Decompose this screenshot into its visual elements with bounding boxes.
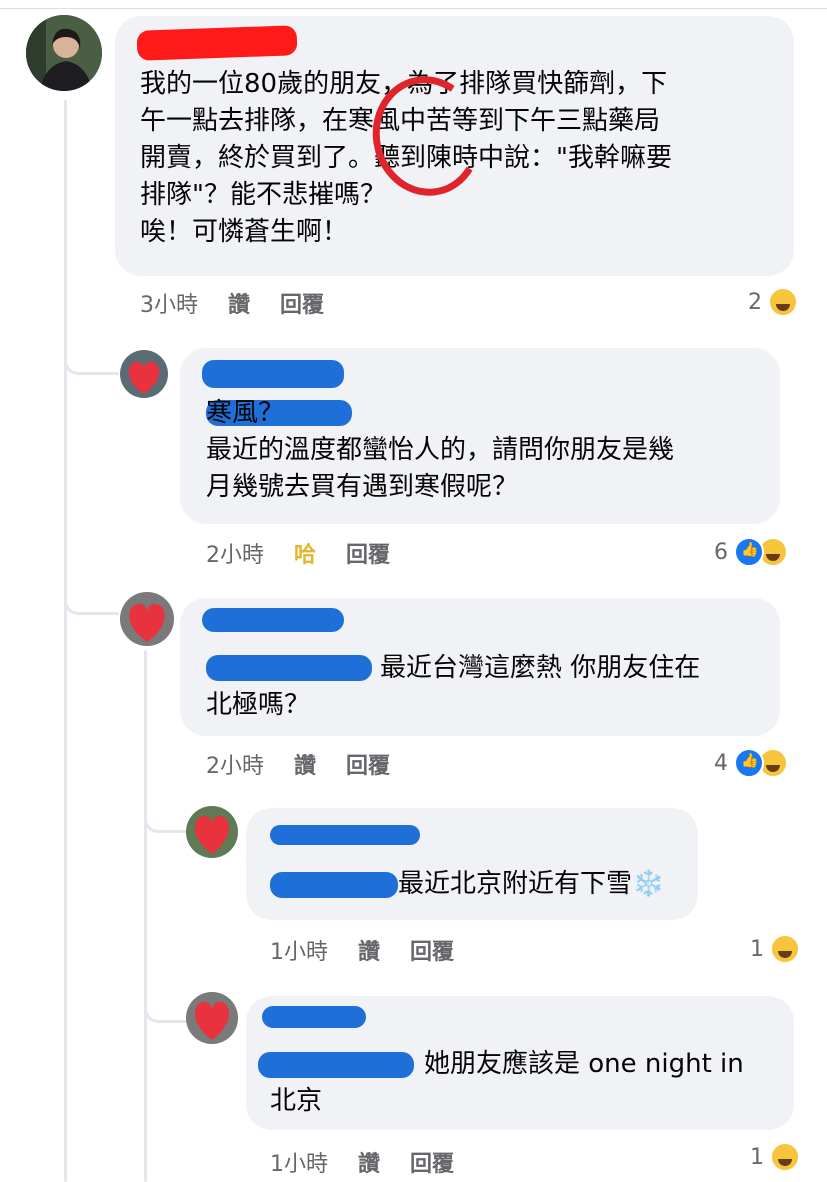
like-button[interactable]: 讚 bbox=[358, 1146, 380, 1178]
thread-elbow-1 bbox=[64, 330, 119, 375]
heart-icon bbox=[186, 992, 238, 1044]
comment-meta: 1小時 讚 回覆 bbox=[270, 934, 454, 966]
thread-elbow-4 bbox=[144, 980, 189, 1023]
avatar[interactable] bbox=[186, 992, 238, 1044]
haha-icon bbox=[768, 287, 798, 317]
reply-button[interactable]: 回覆 bbox=[346, 748, 390, 780]
reaction-summary[interactable]: 1 bbox=[750, 934, 800, 964]
timestamp[interactable]: 3小時 bbox=[140, 287, 198, 319]
comment-text: 她朋友應該是 one night in 北京 bbox=[270, 1049, 744, 1116]
timestamp[interactable]: 2小時 bbox=[206, 748, 264, 780]
reaction-summary[interactable]: 2 bbox=[748, 287, 798, 317]
reply-button[interactable]: 回覆 bbox=[410, 1146, 454, 1178]
haha-button[interactable]: 哈 bbox=[294, 537, 316, 569]
like-icon bbox=[734, 537, 764, 567]
avatar[interactable] bbox=[186, 806, 238, 858]
profile-photo-icon bbox=[26, 15, 102, 91]
comment-meta: 2小時 讚 回覆 bbox=[206, 748, 390, 780]
like-button[interactable]: 讚 bbox=[228, 287, 250, 319]
comment-meta: 3小時 讚 回覆 bbox=[140, 287, 324, 319]
heart-icon bbox=[120, 592, 174, 646]
redacted-name bbox=[270, 825, 420, 845]
thread-line-sub bbox=[144, 650, 147, 1182]
reply-button[interactable]: 回覆 bbox=[410, 934, 454, 966]
reaction-summary[interactable]: 6 bbox=[714, 537, 788, 567]
redacted-name bbox=[262, 1006, 366, 1028]
avatar[interactable] bbox=[120, 350, 168, 398]
thread-line-main bbox=[64, 100, 67, 1182]
reaction-count: 2 bbox=[748, 289, 762, 315]
like-button[interactable]: 讚 bbox=[294, 748, 316, 780]
like-button[interactable]: 讚 bbox=[358, 934, 380, 966]
avatar[interactable] bbox=[120, 592, 174, 646]
thread-elbow-3 bbox=[144, 790, 189, 833]
timestamp[interactable]: 1小時 bbox=[270, 934, 328, 966]
reaction-count: 6 bbox=[714, 539, 728, 565]
avatar[interactable] bbox=[26, 15, 102, 91]
redacted-name bbox=[202, 360, 344, 388]
reaction-count: 1 bbox=[750, 936, 764, 962]
timestamp[interactable]: 2小時 bbox=[206, 537, 264, 569]
reaction-count: 4 bbox=[714, 750, 728, 776]
comment-text: 最近北京附近有下雪❄️ bbox=[398, 869, 665, 899]
redacted-name bbox=[202, 608, 344, 632]
timestamp[interactable]: 1小時 bbox=[270, 1146, 328, 1178]
comment-text: 寒風？ 最近的溫度都蠻怡人的，請問你朋友是幾 月幾號去買有遇到寒假呢？ bbox=[206, 398, 675, 502]
reaction-summary[interactable]: 1 bbox=[750, 1142, 800, 1172]
redacted-name bbox=[136, 25, 298, 61]
comment-meta: 1小時 讚 回覆 bbox=[270, 1146, 454, 1178]
like-icon bbox=[734, 748, 764, 778]
comment-meta: 2小時 哈 回覆 bbox=[206, 537, 390, 569]
haha-icon bbox=[770, 934, 800, 964]
heart-icon bbox=[186, 806, 238, 858]
thread-elbow-2 bbox=[64, 570, 119, 615]
reply-button[interactable]: 回覆 bbox=[346, 537, 390, 569]
haha-icon bbox=[770, 1142, 800, 1172]
reaction-count: 1 bbox=[750, 1144, 764, 1170]
reaction-summary[interactable]: 4 bbox=[714, 748, 788, 778]
top-divider bbox=[0, 8, 827, 9]
reply-button[interactable]: 回覆 bbox=[280, 287, 324, 319]
heart-icon bbox=[120, 350, 168, 398]
redacted-mention bbox=[270, 872, 398, 898]
comment-text: 最近台灣這麼熱 你朋友住在 北極嗎？ bbox=[206, 653, 701, 720]
